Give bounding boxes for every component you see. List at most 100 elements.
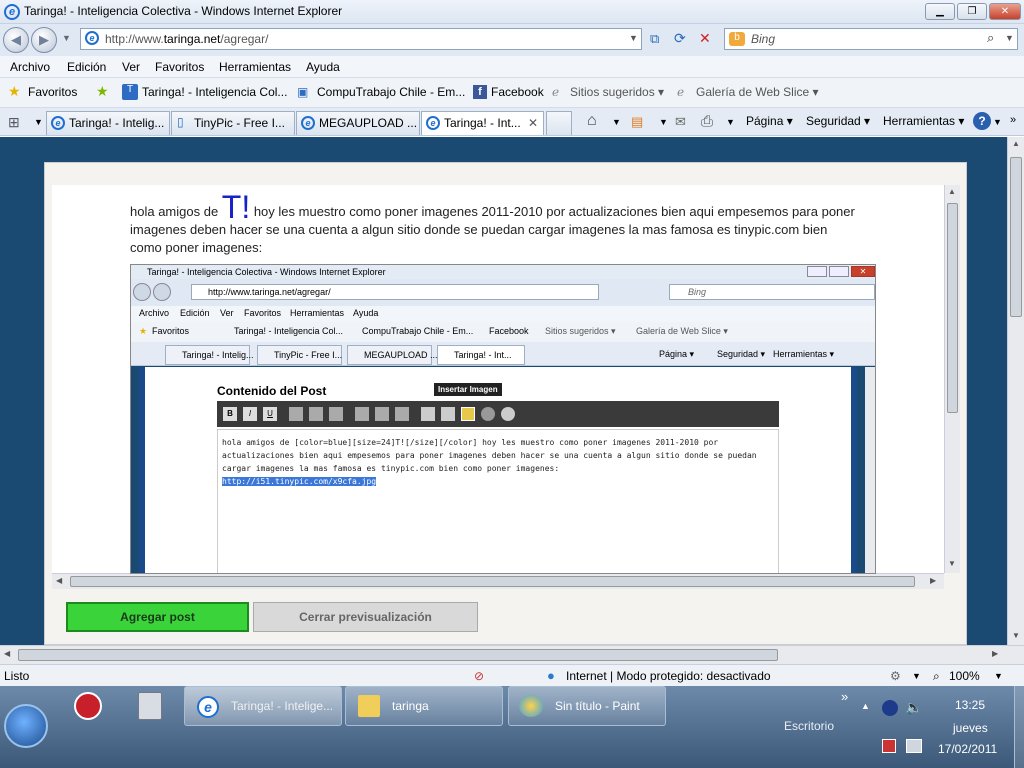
tab-list-dropdown-icon[interactable]: ▼ bbox=[34, 117, 43, 127]
add-favorite-icon[interactable]: ★ bbox=[96, 83, 109, 100]
address-dropdown-icon[interactable]: ▼ bbox=[629, 33, 638, 43]
search-icon[interactable]: ⌕ bbox=[987, 30, 994, 46]
agregar-post-button[interactable]: Agregar post bbox=[66, 602, 249, 632]
tools-menu[interactable]: Herramientas ▾ bbox=[883, 114, 964, 128]
print-dropdown-icon[interactable]: ▼ bbox=[726, 117, 735, 127]
stop-icon[interactable]: ✕ bbox=[699, 30, 711, 47]
network-status-icon[interactable] bbox=[906, 739, 922, 753]
history-dropdown-icon[interactable]: ▼ bbox=[62, 33, 71, 43]
volume-icon[interactable]: 🔈 bbox=[905, 699, 922, 716]
inner-tab-bar: Taringa! - Intelig... TinyPic - Free I..… bbox=[131, 342, 875, 366]
taskbar-paint[interactable]: Sin título - Paint bbox=[508, 686, 666, 726]
menu-edicion[interactable]: Edición bbox=[67, 60, 106, 74]
page-scroll-right-icon[interactable]: ▶ bbox=[992, 649, 998, 658]
favorite-taringa[interactable]: Taringa! - Inteligencia Col... bbox=[142, 85, 287, 99]
forward-button[interactable]: ▶ bbox=[31, 27, 57, 53]
tab-tinypic[interactable]: ▯ TinyPic - Free I... bbox=[171, 111, 295, 135]
favorites-button[interactable]: Favoritos bbox=[28, 85, 77, 99]
preview-hscroll-thumb[interactable] bbox=[70, 576, 915, 587]
address-bar[interactable]: e http://www.taringa.net/agregar/ ▼ bbox=[80, 28, 642, 50]
preview-scroll-up-icon[interactable]: ▲ bbox=[948, 187, 956, 196]
page-scroll-left-icon[interactable]: ◀ bbox=[4, 649, 10, 658]
preview-scroll-left-icon[interactable]: ◀ bbox=[56, 576, 62, 585]
preview-scroll-right-icon[interactable]: ▶ bbox=[930, 576, 936, 585]
page-vertical-scrollbar[interactable]: ▲ ▼ bbox=[1007, 137, 1024, 645]
security-zone-text[interactable]: Internet | Modo protegido: desactivado bbox=[566, 669, 771, 683]
clock-time[interactable]: 13:25 bbox=[955, 698, 985, 712]
print-icon[interactable]: ⎙ bbox=[701, 113, 713, 130]
popup-blocker-icon[interactable]: ⊘ bbox=[474, 669, 484, 683]
tab-taringa-1[interactable]: e Taringa! - Intelig... bbox=[46, 111, 170, 135]
inner-insert-image-icon bbox=[461, 407, 475, 421]
page-scroll-thumb[interactable] bbox=[1010, 157, 1022, 317]
preview-scroll-thumb[interactable] bbox=[947, 203, 958, 413]
zoom-level[interactable]: 100% bbox=[949, 669, 980, 683]
chevron-more-icon[interactable]: » bbox=[1010, 114, 1016, 126]
calculator-icon[interactable] bbox=[138, 692, 162, 720]
security-menu[interactable]: Seguridad ▾ bbox=[806, 114, 870, 128]
zoom-icon[interactable]: ⌕ bbox=[933, 669, 940, 684]
start-button[interactable] bbox=[4, 704, 48, 748]
taringa-favicon: T bbox=[122, 84, 138, 100]
page-hscroll-thumb[interactable] bbox=[18, 649, 778, 661]
inner-address-text: http://www.taringa.net/agregar/ bbox=[208, 287, 331, 297]
tab-megaupload[interactable]: e MEGAUPLOAD ... bbox=[296, 111, 420, 135]
inner-align-center-icon bbox=[309, 407, 323, 421]
inner-scrollbar bbox=[865, 367, 875, 573]
favorite-sitios-sugeridos[interactable]: Sitios sugeridos ▾ bbox=[570, 85, 664, 99]
preview-vertical-scrollbar[interactable]: ▲ ▼ bbox=[944, 185, 960, 573]
close-button[interactable]: ✕ bbox=[989, 3, 1021, 20]
refresh-icon[interactable]: ⟳ bbox=[674, 30, 686, 47]
scroll-up-icon[interactable]: ▲ bbox=[1012, 139, 1020, 148]
new-tab-button[interactable] bbox=[546, 111, 572, 135]
inner-editor-toolbar: B I U bbox=[217, 401, 779, 427]
preview-scroll-down-icon[interactable]: ▼ bbox=[948, 559, 956, 568]
mail-icon[interactable]: ✉ bbox=[675, 114, 686, 130]
preview-horizontal-scrollbar[interactable]: ◀ ▶ bbox=[52, 573, 944, 589]
inner-italic-icon: I bbox=[243, 407, 257, 421]
desktop-button[interactable]: Escritorio bbox=[784, 719, 834, 733]
menu-archivo[interactable]: Archivo bbox=[10, 60, 50, 74]
help-icon[interactable]: ? bbox=[973, 112, 991, 130]
tab-close-icon[interactable]: ✕ bbox=[528, 116, 538, 130]
favorite-computrabajo[interactable]: CompuTrabajo Chile - Em... bbox=[317, 85, 465, 99]
network-icon[interactable] bbox=[882, 700, 898, 716]
scroll-down-icon[interactable]: ▼ bbox=[1012, 631, 1020, 640]
page-menu[interactable]: Página ▾ bbox=[746, 114, 793, 128]
maximize-button[interactable]: ❐ bbox=[957, 3, 987, 20]
action-center-icon[interactable] bbox=[882, 739, 896, 753]
minimize-button[interactable]: ▁ bbox=[925, 3, 955, 20]
search-dropdown-icon[interactable]: ▼ bbox=[1005, 33, 1014, 43]
page-horizontal-scrollbar[interactable]: ◀ ▶ bbox=[0, 645, 1024, 664]
search-placeholder: Bing bbox=[751, 32, 776, 46]
pinned-app-icon[interactable] bbox=[74, 692, 102, 720]
menu-favoritos[interactable]: Favoritos bbox=[155, 60, 204, 74]
tab-ie-icon: e bbox=[301, 116, 315, 130]
show-desktop-button[interactable] bbox=[1014, 686, 1024, 768]
quick-tabs-icon[interactable]: ⊞ bbox=[8, 114, 20, 131]
menu-ayuda[interactable]: Ayuda bbox=[306, 60, 340, 74]
show-hidden-icons[interactable]: ▲ bbox=[861, 701, 870, 711]
tab-taringa-active[interactable]: e Taringa! - Int... ✕ bbox=[421, 111, 544, 135]
home-dropdown-icon[interactable]: ▼ bbox=[612, 117, 621, 127]
taskbar-folder[interactable]: taringa bbox=[345, 686, 503, 726]
menu-herramientas[interactable]: Herramientas bbox=[219, 60, 291, 74]
protected-dropdown-icon[interactable]: ▼ bbox=[912, 671, 921, 681]
home-icon[interactable]: ⌂ bbox=[587, 112, 597, 130]
help-dropdown-icon[interactable]: ▼ bbox=[993, 117, 1002, 127]
cerrar-previsualizacion-button[interactable]: Cerrar previsualización bbox=[253, 602, 478, 632]
taskbar-ie[interactable]: e Taringa! - Intelige... bbox=[184, 686, 342, 726]
search-input[interactable]: b Bing ⌕ ▼ bbox=[724, 28, 1018, 50]
favorite-facebook[interactable]: Facebook bbox=[491, 85, 544, 99]
protected-mode-icon[interactable]: ⚙ bbox=[890, 669, 901, 683]
feeds-dropdown-icon[interactable]: ▼ bbox=[659, 117, 668, 127]
zoom-dropdown-icon[interactable]: ▼ bbox=[994, 671, 1003, 681]
tab-ie-icon: e bbox=[426, 116, 440, 130]
back-button[interactable]: ◀ bbox=[3, 27, 29, 53]
taskbar-overflow-icon[interactable]: » bbox=[841, 689, 848, 704]
menu-ver[interactable]: Ver bbox=[122, 60, 140, 74]
feeds-icon[interactable]: ▤ bbox=[631, 114, 643, 130]
taskbar-paint-label: Sin título - Paint bbox=[555, 699, 640, 713]
compatibility-view-icon[interactable]: ⧉ bbox=[650, 31, 659, 47]
favorite-web-slice[interactable]: Galería de Web Slice ▾ bbox=[696, 85, 819, 99]
